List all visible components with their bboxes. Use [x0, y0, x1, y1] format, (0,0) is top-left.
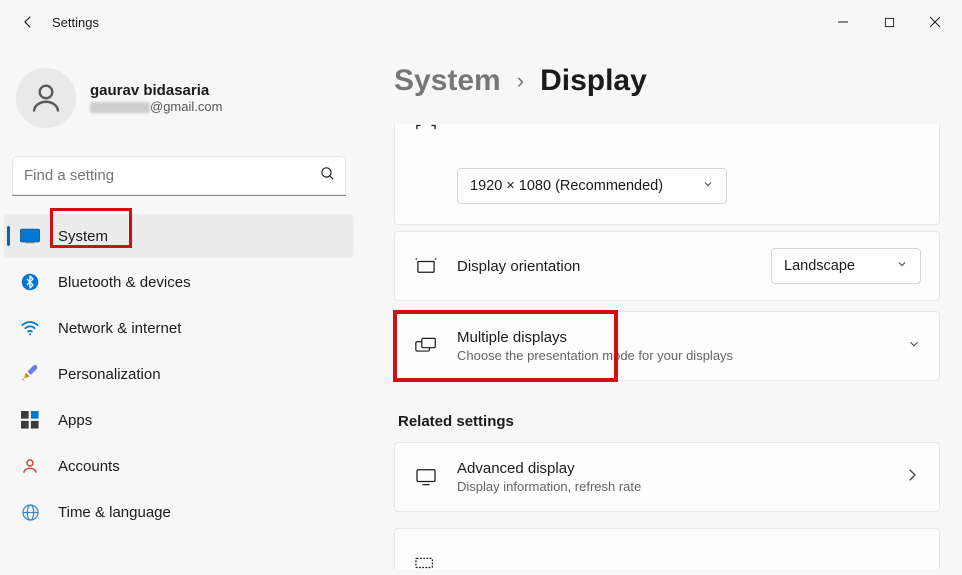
orientation-dropdown[interactable]: Landscape: [771, 248, 921, 284]
sidebar-item-time-language[interactable]: Time & language: [4, 490, 354, 534]
orientation-icon: [413, 257, 439, 275]
profile-block[interactable]: gaurav bidasaria @gmail.com: [4, 44, 354, 152]
apps-icon: [20, 410, 40, 430]
sidebar-item-label: Time & language: [58, 504, 171, 521]
sidebar-item-label: Bluetooth & devices: [58, 274, 191, 291]
chevron-down-icon: [907, 337, 921, 356]
personalization-icon: [20, 364, 40, 384]
sidebar-item-label: Personalization: [58, 366, 161, 383]
resolution-icon: [413, 124, 439, 138]
advanced-display-card[interactable]: Advanced display Display information, re…: [394, 442, 940, 512]
monitor-icon: [413, 468, 439, 486]
back-button[interactable]: [8, 2, 48, 42]
orientation-card: Display orientation Landscape: [394, 231, 940, 301]
wifi-icon: [20, 318, 40, 338]
sidebar-item-label: Accounts: [58, 458, 120, 475]
resolution-dropdown[interactable]: 1920 × 1080 (Recommended): [457, 168, 727, 204]
multiple-displays-icon: [413, 337, 439, 355]
search-input[interactable]: [12, 156, 346, 196]
multiple-displays-card[interactable]: Multiple displays Choose the presentatio…: [394, 311, 940, 381]
sidebar-item-bluetooth[interactable]: Bluetooth & devices: [4, 260, 354, 304]
sidebar-item-label: Network & internet: [58, 320, 181, 337]
graphics-icon: [413, 555, 439, 569]
minimize-button[interactable]: [820, 6, 866, 38]
globe-icon: [20, 502, 40, 522]
resolution-card: 1920 × 1080 (Recommended): [394, 124, 940, 225]
chevron-down-icon: [702, 178, 714, 194]
advanced-display-title: Advanced display: [457, 460, 641, 477]
profile-email: @gmail.com: [90, 99, 222, 114]
chevron-down-icon: [896, 258, 908, 274]
accounts-icon: [20, 456, 40, 476]
sidebar-item-label: System: [58, 228, 108, 245]
maximize-button[interactable]: [866, 6, 912, 38]
search-box[interactable]: [12, 156, 346, 196]
graphics-card-partial[interactable]: [394, 528, 940, 569]
sidebar-item-label: Apps: [58, 412, 92, 429]
breadcrumb: System › Display: [394, 64, 940, 98]
multiple-displays-sub: Choose the presentation mode for your di…: [457, 348, 733, 363]
bluetooth-icon: [20, 272, 40, 292]
sidebar-item-system[interactable]: System: [4, 214, 354, 258]
breadcrumb-parent[interactable]: System: [394, 64, 501, 98]
system-icon: [20, 226, 40, 246]
multiple-displays-title: Multiple displays: [457, 329, 733, 346]
chevron-right-icon: [903, 466, 921, 489]
window-title: Settings: [52, 15, 99, 30]
orientation-label: Display orientation: [457, 258, 580, 275]
sidebar-item-accounts[interactable]: Accounts: [4, 444, 354, 488]
profile-name: gaurav bidasaria: [90, 82, 222, 99]
search-icon: [319, 165, 336, 187]
page-title: Display: [540, 64, 647, 98]
chevron-right-icon: ›: [517, 68, 524, 94]
related-settings-heading: Related settings: [398, 413, 940, 430]
advanced-display-sub: Display information, refresh rate: [457, 479, 641, 494]
sidebar-item-network[interactable]: Network & internet: [4, 306, 354, 350]
avatar: [16, 68, 76, 128]
sidebar-item-personalization[interactable]: Personalization: [4, 352, 354, 396]
sidebar-item-apps[interactable]: Apps: [4, 398, 354, 442]
close-button[interactable]: [912, 6, 958, 38]
